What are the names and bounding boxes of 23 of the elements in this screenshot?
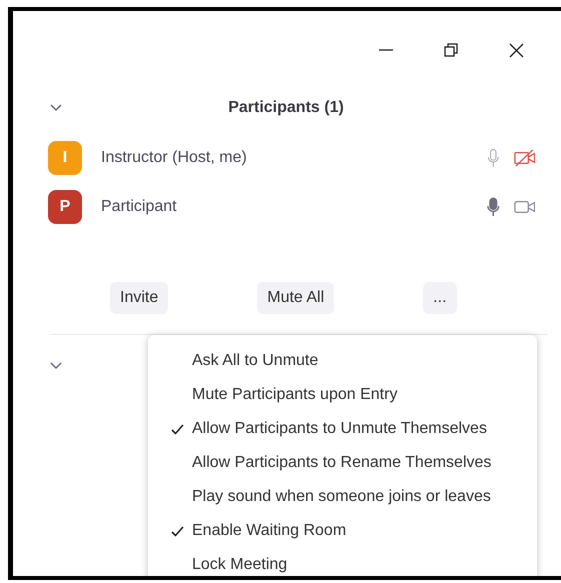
- restore-icon[interactable]: [444, 43, 458, 57]
- participant-name: Instructor (Host, me): [101, 149, 248, 167]
- menu-item[interactable]: Allow Participants to Rename Themselves: [192, 454, 492, 472]
- invite-button[interactable]: Invite: [110, 282, 168, 314]
- microphone-icon[interactable]: [487, 147, 500, 169]
- panel-title: Participants (1): [227, 99, 345, 117]
- avatar: P: [48, 190, 82, 224]
- avatar: I: [48, 141, 82, 175]
- more-button[interactable]: ...: [423, 282, 457, 314]
- participant-name: Participant: [101, 198, 178, 216]
- microphone-icon[interactable]: [487, 196, 500, 218]
- video-off-icon[interactable]: [514, 148, 535, 168]
- menu-item[interactable]: Play sound when someone joins or leaves: [192, 488, 491, 506]
- menu-item[interactable]: Ask All to Unmute: [192, 352, 318, 370]
- chevron-icon[interactable]: [50, 362, 62, 370]
- menu-item[interactable]: Allow Participants to Unmute Themselves: [192, 420, 487, 438]
- menu-item[interactable]: Enable Waiting Room: [192, 522, 346, 540]
- video-camera-icon[interactable]: [514, 199, 535, 215]
- chevron-icon[interactable]: [50, 104, 62, 112]
- close-icon[interactable]: [509, 42, 524, 58]
- menu-item[interactable]: Lock Meeting: [192, 556, 288, 574]
- mute-all-button[interactable]: Mute All: [257, 282, 334, 314]
- menu-item[interactable]: Mute Participants upon Entry: [192, 386, 398, 404]
